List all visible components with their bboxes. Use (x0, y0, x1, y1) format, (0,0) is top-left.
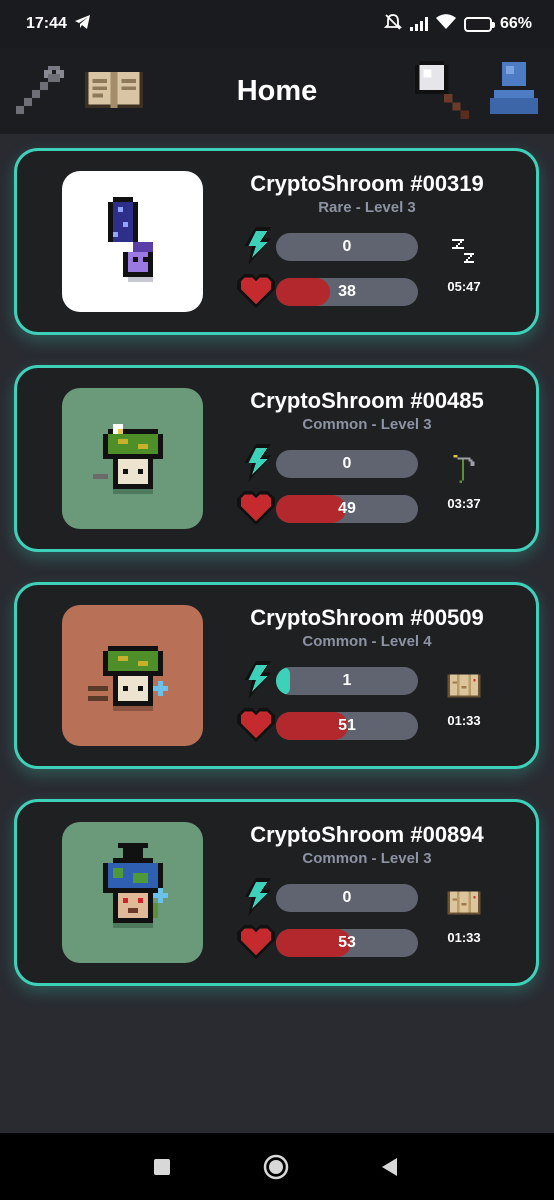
profile-icon[interactable] (484, 60, 544, 120)
energy-value: 0 (342, 238, 352, 255)
card-title: CryptoShroom #00319 (250, 171, 484, 196)
health-value: 38 (338, 283, 356, 300)
energy-bar: 0 (276, 884, 418, 912)
shroom-thumbnail (62, 388, 203, 529)
magnifier-icon[interactable] (410, 60, 470, 120)
energy-value: 0 (342, 455, 352, 472)
map-icon (447, 669, 481, 703)
telegram-icon (74, 14, 91, 34)
scythe-icon (447, 452, 481, 486)
health-bar: 51 (276, 712, 418, 740)
lightning-icon (237, 227, 275, 265)
health-value: 53 (338, 934, 356, 951)
lightning-icon (237, 878, 275, 916)
map-icon (447, 886, 481, 920)
card-title: CryptoShroom #00509 (250, 605, 484, 630)
battery-icon (463, 16, 495, 32)
mute-notification-icon (383, 13, 403, 36)
back-button[interactable] (376, 1153, 404, 1181)
status-timer: 01:33 (447, 930, 481, 945)
card-rarity-level: Common - Level 4 (302, 633, 432, 650)
card-title: CryptoShroom #00894 (250, 822, 484, 847)
card-rarity-level: Common - Level 3 (302, 850, 432, 867)
nft-card-00894[interactable]: CryptoShroom #00894 Common - Level 3 0 5… (14, 799, 539, 986)
energy-bar: 1 (276, 667, 418, 695)
health-bar: 38 (276, 278, 418, 306)
sleep-zzz-icon (447, 235, 481, 269)
clock: 17:44 (26, 15, 67, 32)
energy-bar: 0 (276, 450, 418, 478)
health-value: 51 (338, 717, 356, 734)
wrench-icon[interactable] (10, 60, 70, 120)
heart-icon (237, 490, 275, 528)
health-value: 49 (338, 500, 356, 517)
status-timer: 03:37 (447, 496, 481, 511)
nft-card-00485[interactable]: CryptoShroom #00485 Common - Level 3 0 4… (14, 365, 539, 552)
status-timer: 05:47 (447, 279, 481, 294)
heart-icon (237, 273, 275, 311)
heart-icon (237, 707, 275, 745)
health-bar: 53 (276, 929, 418, 957)
book-icon[interactable] (84, 60, 144, 120)
lightning-icon (237, 661, 275, 699)
energy-value: 0 (342, 889, 352, 906)
shroom-thumbnail (62, 822, 203, 963)
status-timer: 01:33 (447, 713, 481, 728)
nft-card-00509[interactable]: CryptoShroom #00509 Common - Level 4 1 5… (14, 582, 539, 769)
recent-apps-button[interactable] (148, 1153, 176, 1181)
nft-card-00319[interactable]: CryptoShroom #00319 Rare - Level 3 0 38 … (14, 148, 539, 335)
battery-percent: 66% (499, 15, 532, 32)
health-bar: 49 (276, 495, 418, 523)
card-title: CryptoShroom #00485 (250, 388, 484, 413)
card-rarity-level: Common - Level 3 (302, 416, 432, 433)
card-rarity-level: Rare - Level 3 (318, 199, 416, 216)
system-nav-bar (0, 1133, 554, 1200)
heart-icon (237, 924, 275, 962)
app-header: Home (0, 48, 554, 134)
energy-bar: 0 (276, 233, 418, 261)
energy-value: 1 (342, 672, 352, 689)
shroom-thumbnail (62, 171, 203, 312)
status-bar: 17:44 66% (0, 0, 554, 48)
shroom-thumbnail (62, 605, 203, 746)
lightning-icon (237, 444, 275, 482)
wifi-icon (435, 13, 456, 35)
cell-signal-icon (409, 17, 428, 31)
home-button[interactable] (262, 1153, 290, 1181)
